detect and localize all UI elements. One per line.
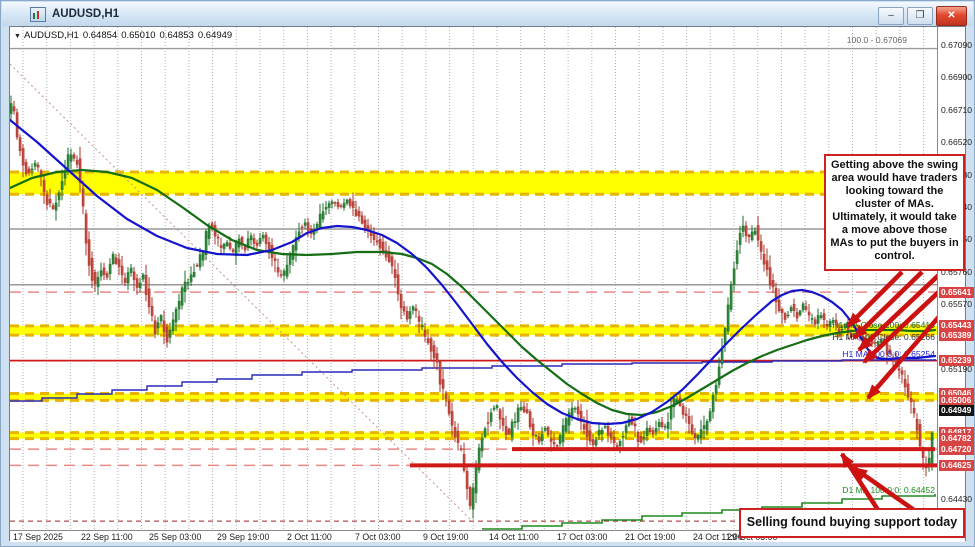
time-tick: 29 Sep 19:00 xyxy=(217,532,269,542)
price-badge: 0.65239 xyxy=(939,355,975,366)
fib-high-label: 100.0 - 0.67069 xyxy=(847,35,907,45)
close-button[interactable]: ✕ xyxy=(936,6,967,26)
price-tick: 0.66710 xyxy=(941,105,972,115)
current-price-badge: 0.64949 xyxy=(939,405,975,416)
chart-client-area: ▼AUDUSD,H1 0.64854 0.65010 0.64853 0.64949 1… xyxy=(9,26,966,541)
ohlc-open: 0.64854 xyxy=(83,30,117,41)
price-axis[interactable]: 0.670900.669000.667100.665200.663300.661… xyxy=(938,27,965,530)
window-title: AUDUSD,H1 xyxy=(52,8,119,20)
time-tick: 21 Oct 19:00 xyxy=(625,532,675,542)
annotation-note-main[interactable]: Getting above the swing area would have … xyxy=(824,154,965,271)
time-tick: 2 Oct 11:00 xyxy=(287,532,332,542)
ohlc-header[interactable]: ▼AUDUSD,H1 0.64854 0.65010 0.64853 0.64949 xyxy=(14,30,236,41)
price-tick: 0.66900 xyxy=(941,72,972,82)
chart-plot-area[interactable]: 100.0 - 0.670690.0 - 0.64298H1 MA Close … xyxy=(10,27,937,530)
ohlc-low: 0.64853 xyxy=(160,30,194,41)
price-badge: 0.65389 xyxy=(939,330,975,341)
swing-area-band xyxy=(10,172,937,194)
chart-window: AUDUSD,H1 – ❐ ✕ ▼AUDUSD,H10.648540.65010… xyxy=(0,0,975,547)
annotation-note-support[interactable]: Selling found buying support today xyxy=(739,508,965,538)
time-tick: 7 Oct 03:00 xyxy=(355,532,400,542)
ma-value-label: H1 MA 400 0:0: 0.65254 xyxy=(842,349,935,359)
price-badge: 0.65641 xyxy=(939,287,975,298)
symbol-dropdown-icon[interactable]: ▼ xyxy=(14,33,21,40)
time-tick: 22 Sep 11:00 xyxy=(81,532,133,542)
price-badge: 0.64720 xyxy=(939,444,975,455)
time-tick: 9 Oct 19:00 xyxy=(423,532,468,542)
maximize-button[interactable]: ❐ xyxy=(907,7,933,25)
price-tick: 0.67090 xyxy=(941,40,972,50)
ohlc-symbol: AUDUSD,H1 xyxy=(24,30,79,41)
ohlc-close: 0.64949 xyxy=(198,30,232,41)
time-tick: 17 Sep 2025 xyxy=(13,532,63,542)
price-tick: 0.64430 xyxy=(941,494,972,504)
price-tick: 0.66520 xyxy=(941,137,972,147)
time-tick: 14 Oct 11:00 xyxy=(489,532,539,542)
price-badge: 0.64782 xyxy=(939,433,975,444)
ohlc-high: 0.65010 xyxy=(121,30,155,41)
time-tick: 25 Sep 03:00 xyxy=(149,532,201,542)
minimize-button[interactable]: – xyxy=(878,7,904,25)
price-tick: 0.65570 xyxy=(941,299,972,309)
price-badge: 0.64625 xyxy=(939,460,975,471)
window-icon xyxy=(30,7,46,22)
time-tick: 17 Oct 03:00 xyxy=(557,532,607,542)
title-bar[interactable]: AUDUSD,H1 – ❐ ✕ xyxy=(2,2,973,26)
